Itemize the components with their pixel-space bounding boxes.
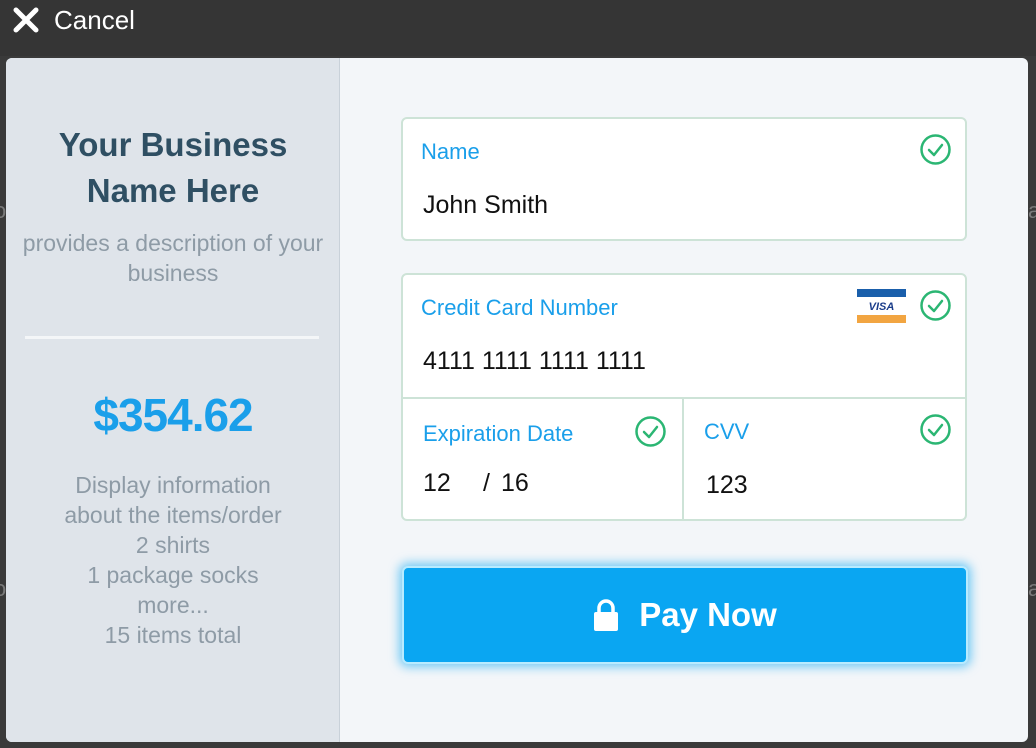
name-field[interactable]: Name John Smith xyxy=(401,117,967,241)
lock-icon xyxy=(594,599,619,631)
name-label: Name xyxy=(421,139,480,164)
name-value[interactable]: John Smith xyxy=(423,191,548,220)
close-icon xyxy=(13,7,39,33)
cancel-button[interactable]: Cancel xyxy=(12,4,135,36)
order-info-line: more... xyxy=(137,592,209,618)
card-number-value[interactable]: 4111 1111 1111 1111 xyxy=(423,347,646,376)
order-info-line: Display information xyxy=(75,472,271,498)
order-info-line: 1 package socks xyxy=(87,562,259,588)
check-circle-icon xyxy=(635,416,666,447)
background-text-fragment: a xyxy=(1028,198,1036,223)
cvv-field[interactable]: CVV 123 xyxy=(686,399,965,519)
expiration-date-field[interactable]: Expiration Date 12 / 16 xyxy=(403,399,684,519)
order-info-line: 15 items total xyxy=(104,622,242,648)
card-number-label: Credit Card Number xyxy=(421,295,618,320)
check-circle-icon xyxy=(920,134,951,165)
expiration-label: Expiration Date xyxy=(423,421,574,446)
check-circle-icon xyxy=(920,414,951,445)
order-summary-panel: Your Business Name Here provides a descr… xyxy=(6,58,340,742)
cvv-label: CVV xyxy=(704,419,750,444)
business-name: Your Business Name Here xyxy=(58,126,288,209)
order-info-line: 2 shirts xyxy=(135,532,211,558)
order-details: Display information about the items/orde… xyxy=(16,470,330,650)
pay-now-button[interactable]: Pay Now xyxy=(402,566,968,664)
order-info-line: about the items/order xyxy=(64,502,282,528)
card-number-field[interactable]: Credit Card Number 4111 1111 1111 1111 V… xyxy=(403,275,965,399)
background-text-fragment: a xyxy=(1028,576,1036,601)
business-description: provides a description of your business xyxy=(22,230,324,286)
top-bar xyxy=(0,0,1036,56)
payment-modal: Your Business Name Here provides a descr… xyxy=(6,58,1028,742)
cvv-value[interactable]: 123 xyxy=(706,471,748,500)
visa-icon: VISA xyxy=(857,289,906,323)
expiration-separator: / xyxy=(483,469,490,497)
pay-now-label: Pay Now xyxy=(639,596,777,633)
card-details-group: Credit Card Number 4111 1111 1111 1111 V… xyxy=(401,273,967,521)
cancel-label: Cancel xyxy=(54,4,135,35)
svg-text:VISA: VISA xyxy=(869,301,895,313)
expiration-year[interactable]: 16 xyxy=(501,469,529,498)
check-circle-icon xyxy=(920,290,951,321)
order-amount: $354.62 xyxy=(93,389,253,441)
divider xyxy=(25,336,319,339)
expiration-month[interactable]: 12 xyxy=(423,469,451,498)
